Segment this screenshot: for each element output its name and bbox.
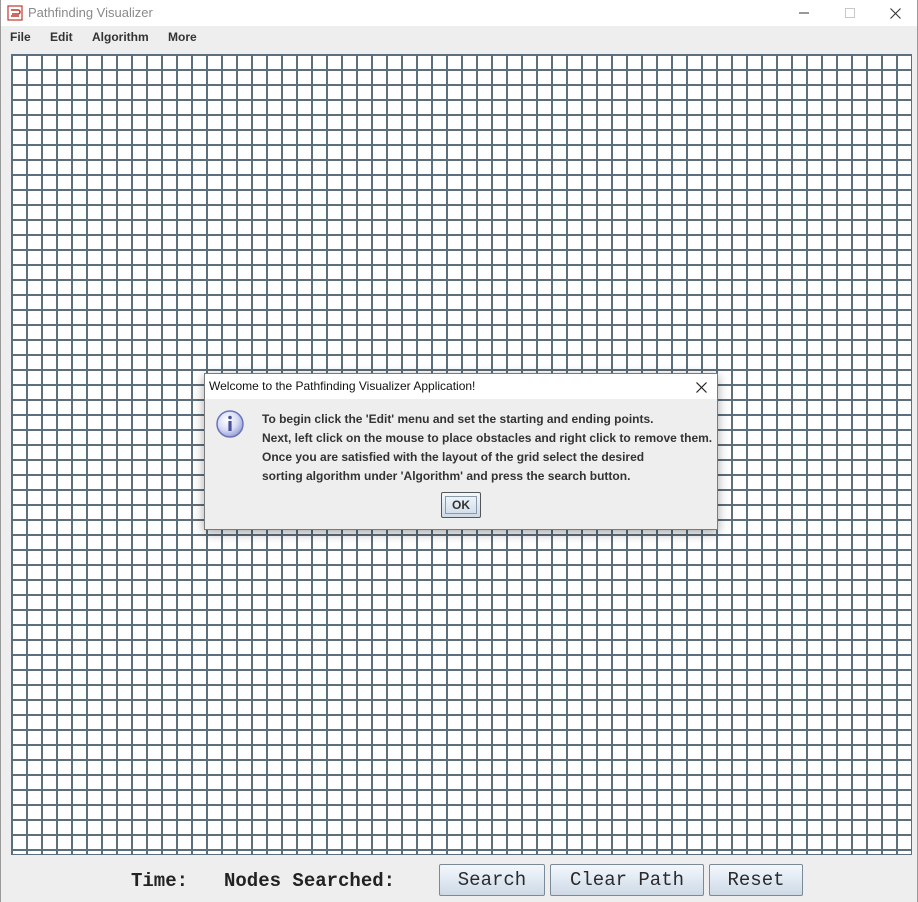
dialog-message-line: sorting algorithm under 'Algorithm' and … [262, 469, 631, 483]
menu-more[interactable]: More [168, 30, 197, 44]
time-label: Time: [131, 870, 189, 892]
menu-edit[interactable]: Edit [50, 30, 73, 44]
dialog-message-line: Next, left click on the mouse to place o… [262, 431, 713, 445]
title-bar: Pathfinding Visualizer [1, 0, 917, 26]
search-button[interactable]: Search [439, 864, 545, 896]
maximize-button[interactable] [827, 0, 873, 26]
clear-path-button[interactable]: Clear Path [550, 864, 704, 896]
menu-file[interactable]: File [10, 30, 31, 44]
menu-algorithm[interactable]: Algorithm [92, 30, 149, 44]
dialog-message-line: To begin click the 'Edit' menu and set t… [262, 412, 654, 426]
app-window: Pathfinding Visualizer File Edit Algorit… [0, 0, 918, 902]
menu-bar: File Edit Algorithm More [1, 26, 917, 48]
dialog-title-bar: Welcome to the Pathfinding Visualizer Ap… [205, 374, 717, 399]
control-bar: Time: Nodes Searched: Search Clear Path … [1, 858, 917, 902]
minimize-button[interactable] [781, 0, 827, 26]
close-icon [695, 381, 707, 393]
dialog-message-line: Once you are satisfied with the layout o… [262, 450, 645, 464]
minimize-icon [799, 12, 809, 14]
ok-button[interactable]: OK [441, 492, 481, 518]
nodes-searched-label: Nodes Searched: [224, 870, 396, 892]
close-window-button[interactable] [872, 0, 917, 26]
dialog-title: Welcome to the Pathfinding Visualizer Ap… [209, 379, 476, 393]
maximize-icon [845, 8, 855, 18]
dialog-close-button[interactable] [691, 377, 711, 397]
welcome-dialog: Welcome to the Pathfinding Visualizer Ap… [204, 373, 718, 530]
window-title: Pathfinding Visualizer [28, 5, 153, 20]
reset-button[interactable]: Reset [709, 864, 803, 896]
focus-ring [445, 496, 477, 514]
java-app-icon [7, 5, 23, 21]
close-icon [889, 7, 901, 19]
dialog-message: To begin click the 'Edit' menu and set t… [262, 410, 712, 486]
info-icon [216, 410, 244, 438]
